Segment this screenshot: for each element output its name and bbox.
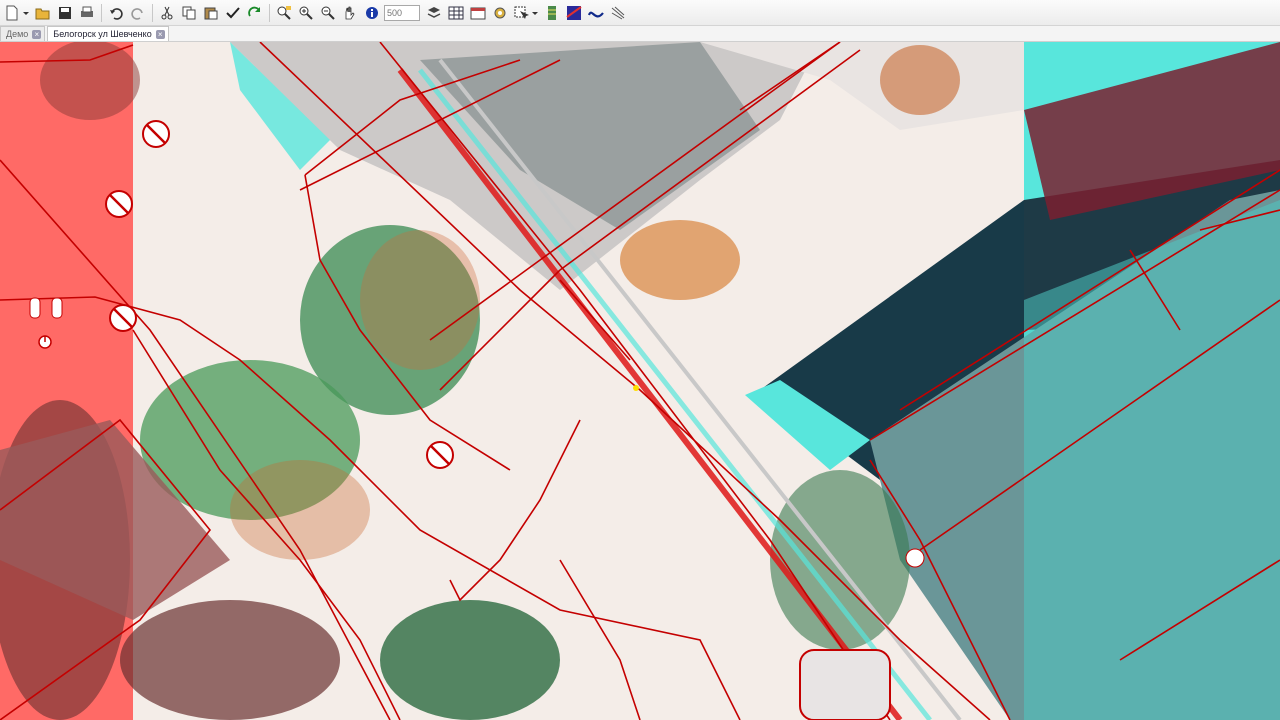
point-marker bbox=[633, 385, 639, 391]
curve-button[interactable] bbox=[586, 3, 606, 23]
tab-label: Белогорск ул Шевченко bbox=[53, 29, 152, 39]
info-icon bbox=[366, 6, 378, 19]
copy-button[interactable] bbox=[179, 3, 199, 23]
print-button[interactable] bbox=[77, 3, 97, 23]
no-entry-sign-icon[interactable] bbox=[426, 441, 454, 469]
save-icon bbox=[59, 6, 71, 19]
layers-icon bbox=[427, 6, 441, 18]
toolbar-separator bbox=[101, 3, 102, 22]
new-document-button[interactable] bbox=[3, 3, 31, 23]
zoom-in-button[interactable] bbox=[296, 3, 316, 23]
tree-canopy bbox=[360, 230, 480, 370]
no-entry-sign-icon[interactable] bbox=[142, 120, 170, 148]
paste-icon bbox=[204, 7, 218, 19]
zoom-out-button[interactable] bbox=[318, 3, 338, 23]
new-document-icon bbox=[6, 5, 29, 20]
map-view bbox=[0, 42, 1280, 720]
settings-button[interactable] bbox=[490, 3, 510, 23]
raster-icon bbox=[566, 5, 582, 20]
redo-icon bbox=[131, 7, 143, 20]
table-icon bbox=[448, 6, 464, 19]
undo-button[interactable] bbox=[106, 3, 126, 23]
close-icon[interactable]: × bbox=[32, 29, 42, 39]
zoom-out-icon bbox=[321, 6, 335, 20]
open-folder-icon bbox=[35, 8, 50, 19]
select-icon bbox=[514, 6, 538, 19]
scale-input[interactable] bbox=[384, 4, 420, 21]
map-canvas[interactable] bbox=[0, 42, 1280, 720]
document-tabs: Демо × Белогорск ул Шевченко × bbox=[0, 26, 1280, 42]
shrub bbox=[880, 45, 960, 115]
redo-button[interactable] bbox=[128, 3, 148, 23]
tree-canopy bbox=[120, 600, 340, 720]
refresh-button[interactable] bbox=[245, 3, 265, 23]
tab-belogorsk[interactable]: Белогорск ул Шевченко × bbox=[47, 26, 169, 41]
toolbar-separator bbox=[152, 3, 153, 22]
paste-button[interactable] bbox=[201, 3, 221, 23]
pan-button[interactable] bbox=[340, 3, 360, 23]
tree-canopy bbox=[380, 600, 560, 720]
select-button[interactable] bbox=[512, 3, 540, 23]
copy-icon bbox=[182, 6, 196, 19]
settings-icon bbox=[494, 7, 506, 18]
database-button[interactable] bbox=[542, 3, 562, 23]
no-entry-sign-icon[interactable] bbox=[109, 304, 137, 332]
shrub-belt bbox=[230, 460, 370, 560]
shrub bbox=[620, 220, 740, 300]
check-icon bbox=[226, 6, 240, 18]
cut-icon bbox=[161, 6, 173, 19]
undo-icon bbox=[110, 7, 123, 20]
toolbar-separator bbox=[269, 3, 270, 22]
refresh-icon bbox=[248, 6, 260, 16]
zoom-extent-icon bbox=[277, 5, 291, 20]
close-icon[interactable]: × bbox=[155, 29, 165, 39]
open-button[interactable] bbox=[33, 3, 53, 23]
tab-label: Демо bbox=[6, 29, 29, 39]
layers-button[interactable] bbox=[424, 3, 444, 23]
red-foliage bbox=[40, 42, 140, 120]
pan-hand-icon bbox=[345, 6, 355, 19]
info-button[interactable] bbox=[362, 3, 382, 23]
properties-icon bbox=[470, 7, 486, 19]
apply-button[interactable] bbox=[223, 3, 243, 23]
table-button[interactable] bbox=[446, 3, 466, 23]
cut-button[interactable] bbox=[157, 3, 177, 23]
properties-button[interactable] bbox=[468, 3, 488, 23]
no-entry-sign-icon[interactable] bbox=[105, 190, 133, 218]
zoom-in-icon bbox=[299, 6, 313, 20]
tool-icon bbox=[611, 6, 625, 19]
shrub bbox=[770, 470, 910, 650]
raster-button[interactable] bbox=[564, 3, 584, 23]
toolbar bbox=[0, 0, 1280, 26]
tab-demo[interactable]: Демо × bbox=[0, 26, 46, 41]
tool-button[interactable] bbox=[608, 3, 628, 23]
print-icon bbox=[81, 6, 93, 17]
save-button[interactable] bbox=[55, 3, 75, 23]
database-icon bbox=[548, 5, 556, 20]
vehicle bbox=[799, 649, 891, 720]
zoom-extent-button[interactable] bbox=[274, 3, 294, 23]
manhole-icon bbox=[905, 548, 925, 568]
curve-icon bbox=[588, 11, 604, 17]
